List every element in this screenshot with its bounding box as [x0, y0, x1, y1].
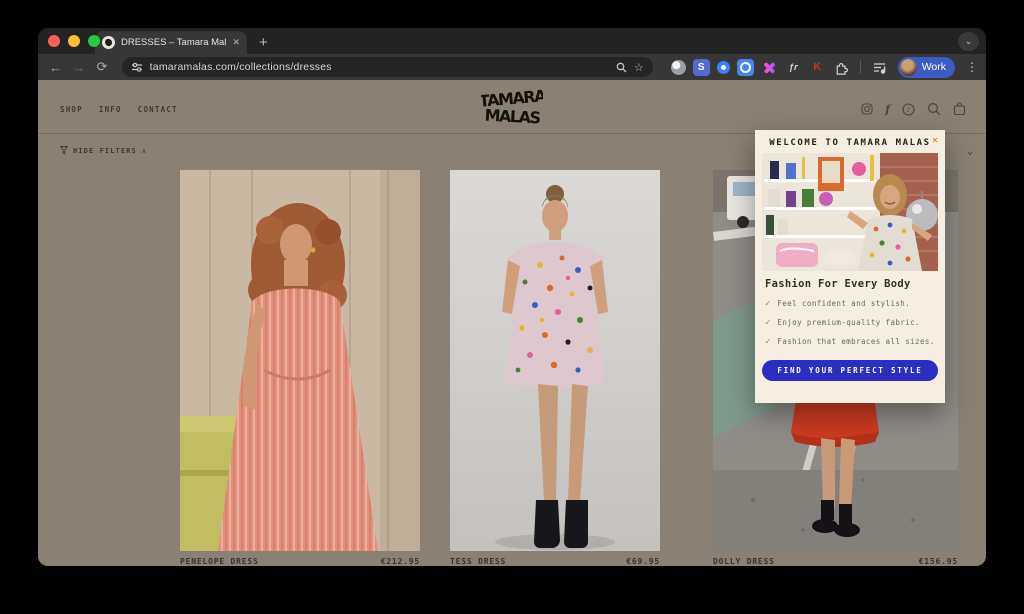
profile-chip[interactable]: Work	[898, 57, 955, 78]
cart-bag-icon[interactable]	[953, 102, 966, 116]
popup-benefits-list: ✓ Feel confident and stylish. ✓ Enjoy pr…	[762, 299, 938, 347]
product-image-tess[interactable]	[450, 170, 660, 551]
profile-label: Work	[922, 61, 946, 73]
filters-toggle[interactable]: HIDE FILTERS ∧	[60, 146, 146, 155]
product-image-penelope[interactable]	[180, 170, 420, 551]
tab-title: DRESSES – Tamara Malas	[121, 37, 226, 48]
find-style-button[interactable]: FIND YOUR PERFECT STYLE	[762, 360, 938, 381]
popup-photo	[762, 153, 938, 271]
product-title: DOLLY DRESS	[713, 557, 775, 566]
popup-title: WELCOME TO TAMARA MALAS	[769, 138, 930, 148]
address-bar[interactable]: tamaramalas.com/collections/dresses ☆	[122, 57, 653, 77]
extension-dot-icon[interactable]	[717, 61, 730, 74]
nav-info[interactable]: INFO	[99, 105, 122, 114]
tab-close-icon[interactable]: ✕	[232, 37, 240, 48]
product-caption-dolly[interactable]: DOLLY DRESS €156.95	[713, 557, 958, 566]
back-icon[interactable]: ←	[46, 60, 65, 75]
tab-search-button[interactable]: ⌄	[958, 32, 979, 51]
product-price: €156.95	[919, 557, 958, 566]
forward-icon[interactable]: →	[69, 60, 88, 75]
product-price: €212.95	[381, 557, 420, 566]
chevron-up-icon: ∧	[142, 147, 146, 155]
product-caption-tess[interactable]: TESS DRESS €69.95	[450, 557, 660, 566]
facebook-icon[interactable]: f	[885, 103, 890, 116]
browser-toolbar: ← → ⟳ tamaramalas.com/collections/dresse…	[38, 54, 986, 80]
profile-avatar	[900, 59, 917, 76]
menu-kebab-icon[interactable]: ⋮	[966, 60, 978, 74]
site-settings-icon[interactable]	[131, 61, 143, 73]
extensions-row: S ƒr K Work ⋮	[671, 57, 978, 78]
svg-text:♪: ♪	[906, 106, 910, 114]
check-icon: ✓	[765, 299, 770, 309]
product-caption-penelope[interactable]: PENELOPE DRESS €212.95	[180, 557, 420, 566]
minimize-window-button[interactable]	[68, 35, 80, 47]
extension-circle-icon[interactable]	[671, 60, 686, 75]
product-title: PENELOPE DRESS	[180, 557, 259, 566]
main-nav: SHOP INFO CONTACT	[60, 105, 178, 114]
search-icon[interactable]	[616, 62, 627, 73]
site-content: SHOP INFO CONTACT TAMARA MALAS f ♪	[38, 80, 986, 566]
extension-x-icon[interactable]	[761, 59, 778, 76]
shop-search-icon[interactable]	[927, 102, 941, 116]
extension-fr-icon[interactable]: ƒr	[785, 59, 802, 76]
tab-strip: DRESSES – Tamara Malas ✕ + ⌄	[38, 28, 986, 54]
nav-contact[interactable]: CONTACT	[138, 105, 178, 114]
browser-window: DRESSES – Tamara Malas ✕ + ⌄ ← → ⟳ tamar…	[38, 28, 986, 566]
extension-k-icon[interactable]: K	[809, 59, 826, 76]
extension-camera-icon[interactable]	[737, 59, 754, 76]
extensions-puzzle-icon[interactable]	[833, 59, 850, 76]
instagram-icon[interactable]	[861, 103, 873, 115]
product-price: €69.95	[626, 557, 660, 566]
zoom-window-button[interactable]	[88, 35, 100, 47]
welcome-popup: WELCOME TO TAMARA MALAS ✕	[755, 130, 945, 403]
filter-funnel-icon	[60, 146, 68, 155]
site-favicon-icon	[102, 36, 115, 49]
check-icon: ✓	[765, 337, 770, 347]
logo-line-2: MALAS	[484, 106, 541, 128]
benefit-item: ✓ Enjoy premium-quality fabric.	[762, 318, 938, 328]
nav-shop[interactable]: SHOP	[60, 105, 83, 114]
url-text[interactable]: tamaramalas.com/collections/dresses	[150, 61, 609, 73]
product-title: TESS DRESS	[450, 557, 506, 566]
benefit-item: ✓ Feel confident and stylish.	[762, 299, 938, 309]
sort-chevron-icon[interactable]: ⌄	[967, 146, 973, 157]
popup-heading: Fashion For Every Body	[762, 278, 938, 290]
new-tab-button[interactable]: +	[259, 31, 268, 54]
benefit-item: ✓ Fashion that embraces all sizes.	[762, 337, 938, 347]
popup-close-icon[interactable]: ✕	[932, 135, 938, 146]
extension-s-icon[interactable]: S	[693, 59, 710, 76]
bookmark-star-icon[interactable]: ☆	[634, 61, 644, 74]
site-header: SHOP INFO CONTACT TAMARA MALAS f ♪	[38, 80, 986, 134]
browser-tab[interactable]: DRESSES – Tamara Malas ✕	[95, 31, 247, 54]
site-logo[interactable]: TAMARA MALAS	[481, 86, 543, 134]
close-window-button[interactable]	[48, 35, 60, 47]
toolbar-separator	[860, 60, 861, 74]
check-icon: ✓	[765, 318, 770, 328]
tiktok-icon[interactable]: ♪	[902, 103, 915, 116]
reload-icon[interactable]: ⟳	[92, 59, 111, 75]
media-controls-icon[interactable]	[871, 59, 888, 76]
window-controls	[48, 35, 100, 47]
filters-toggle-label: HIDE FILTERS	[73, 147, 137, 155]
